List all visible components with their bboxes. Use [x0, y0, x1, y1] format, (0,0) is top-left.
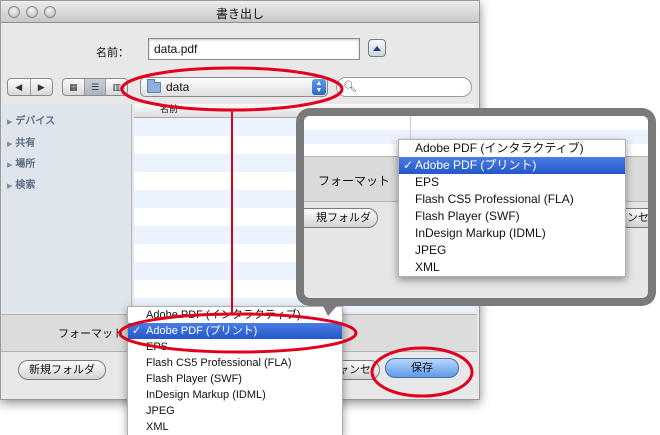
sidebar: ▶ デバイス ▶ 共有 ▶ 場所 ▶ 検索 [1, 104, 132, 312]
location-value: data [166, 80, 190, 94]
disclosure-triangle-icon: ▶ [7, 118, 13, 126]
new-folder-button[interactable]: 新規フォルダ [18, 360, 106, 380]
checkmark-icon: ✓ [403, 158, 414, 172]
callout-format-menu: Adobe PDF (インタラクティブ) ✓ Adobe PDF (プリント) E… [398, 139, 626, 277]
location-popup[interactable]: data ▲ ▼ [140, 77, 328, 97]
chevron-up-icon [373, 45, 381, 51]
format-option-selected[interactable]: ✓ Adobe PDF (プリント) [128, 323, 342, 339]
search-field[interactable]: 🔍︎ [336, 77, 472, 97]
view-mode-control: ▦ ☰ ▥ [62, 78, 128, 96]
save-as-label: 名前： [96, 46, 129, 59]
search-icon: 🔍︎ [343, 81, 357, 93]
sidebar-item-devices[interactable]: ▶ デバイス [7, 112, 55, 127]
save-as-field[interactable]: data.pdf [148, 38, 360, 60]
format-option[interactable]: EPS [128, 339, 342, 355]
format-option: JPEG [415, 243, 447, 257]
format-option: Flash Player (SWF) [415, 209, 520, 223]
sidebar-item-places[interactable]: ▶ 場所 [7, 155, 35, 170]
format-option[interactable]: Flash Player (SWF) [128, 371, 342, 387]
format-option[interactable]: InDesign Markup (IDML) [128, 387, 342, 403]
back-forward-control: ◀ ▶ [7, 78, 53, 96]
callout-format-label: フォーマット [318, 174, 391, 188]
icon-view-button[interactable]: ▦ [63, 79, 84, 95]
list-view-button[interactable]: ☰ [83, 79, 106, 95]
format-option: InDesign Markup (IDML) [415, 226, 546, 240]
format-option: XML [415, 260, 440, 274]
format-dropdown-menu: Adobe PDF (インタラクティブ) ✓ Adobe PDF (プリント) E… [127, 306, 343, 435]
window-title: 書き出し [215, 7, 264, 21]
sidebar-item-search[interactable]: ▶ 検索 [7, 176, 35, 191]
disclosure-triangle-icon: ▶ [7, 161, 13, 169]
popup-arrows-icon: ▲ ▼ [312, 79, 326, 95]
column-view-button[interactable]: ▥ [105, 79, 127, 95]
expand-dialog-button[interactable] [368, 39, 386, 57]
format-option: Flash CS5 Professional (FLA) [415, 192, 574, 206]
disclosure-triangle-icon: ▶ [7, 182, 13, 190]
format-option[interactable]: Flash CS5 Professional (FLA) [128, 355, 342, 371]
format-option: Adobe PDF (インタラクティブ) [415, 141, 584, 155]
format-option[interactable]: JPEG [128, 403, 342, 419]
format-option: EPS [415, 175, 440, 189]
back-button[interactable]: ◀ [8, 79, 30, 95]
forward-button[interactable]: ▶ [29, 79, 53, 95]
folder-icon [147, 78, 161, 93]
format-option-selected: ✓ Adobe PDF (プリント) [399, 157, 625, 174]
title-bar: 書き出し [1, 1, 479, 23]
format-label: フォーマット [58, 327, 124, 340]
disclosure-triangle-icon: ▶ [7, 140, 13, 148]
callout-new-folder-button: 規フォルダ [304, 208, 378, 228]
checkmark-icon: ✓ [132, 325, 142, 337]
sidebar-item-shared[interactable]: ▶ 共有 [7, 134, 35, 149]
save-button[interactable]: 保存 [385, 358, 459, 378]
format-option[interactable]: XML [128, 419, 342, 435]
callout-tail [320, 300, 342, 316]
format-option[interactable]: Adobe PDF (インタラクティブ) [128, 307, 342, 323]
